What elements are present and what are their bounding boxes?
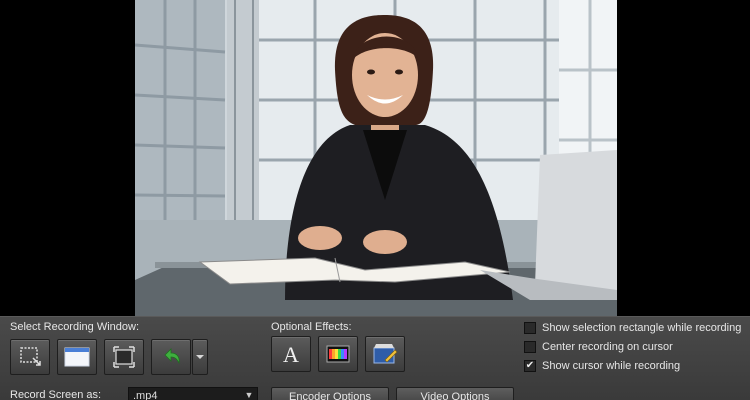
effects-label: Optional Effects: (271, 321, 352, 333)
preview-image (135, 0, 617, 316)
office-photo (135, 0, 617, 316)
window-capture-icon (64, 347, 90, 367)
region-dropdown-button[interactable] (192, 339, 208, 375)
encoder-options-button[interactable]: Encoder Options (271, 387, 389, 400)
show-cursor-label: Show cursor while recording (542, 360, 681, 372)
record-format-select[interactable]: .mp4 ▼ (128, 387, 258, 400)
record-as-label: Record Screen as: (10, 389, 102, 400)
checkmark-icon: ✔ (525, 360, 535, 371)
fullscreen-icon (113, 346, 135, 368)
color-effect-icon (326, 345, 350, 363)
option-center-cursor[interactable]: Center recording on cursor (524, 339, 673, 355)
option-show-cursor[interactable]: ✔ Show cursor while recording (524, 358, 680, 374)
window-capture-button[interactable] (57, 339, 97, 375)
video-options-button[interactable]: Video Options (396, 387, 514, 400)
previous-region-button[interactable] (151, 339, 191, 375)
video-effect-button[interactable] (365, 336, 405, 372)
recording-window-label: Select Recording Window: (10, 321, 140, 333)
show-selection-checkbox[interactable] (524, 322, 536, 334)
previous-region-icon (164, 348, 180, 365)
text-effect-icon: A (283, 342, 299, 367)
center-cursor-label: Center recording on cursor (542, 341, 673, 353)
show-selection-label: Show selection rectangle while recording (542, 322, 742, 334)
color-effect-button[interactable] (318, 336, 358, 372)
record-format-value: .mp4 (133, 390, 158, 400)
show-cursor-checkbox[interactable]: ✔ (524, 360, 536, 372)
recording-preview (0, 0, 750, 316)
select-region-icon (20, 347, 41, 366)
select-region-button[interactable] (10, 339, 50, 375)
chevron-down-icon: ▼ (244, 390, 254, 400)
video-effect-icon (373, 344, 398, 364)
fullscreen-button[interactable] (104, 339, 144, 375)
svg-text:A: A (283, 342, 299, 367)
option-show-selection[interactable]: Show selection rectangle while recording (524, 320, 741, 336)
text-effect-button[interactable]: A (271, 336, 311, 372)
center-cursor-checkbox[interactable] (524, 341, 536, 353)
chevron-down-icon (196, 355, 204, 359)
